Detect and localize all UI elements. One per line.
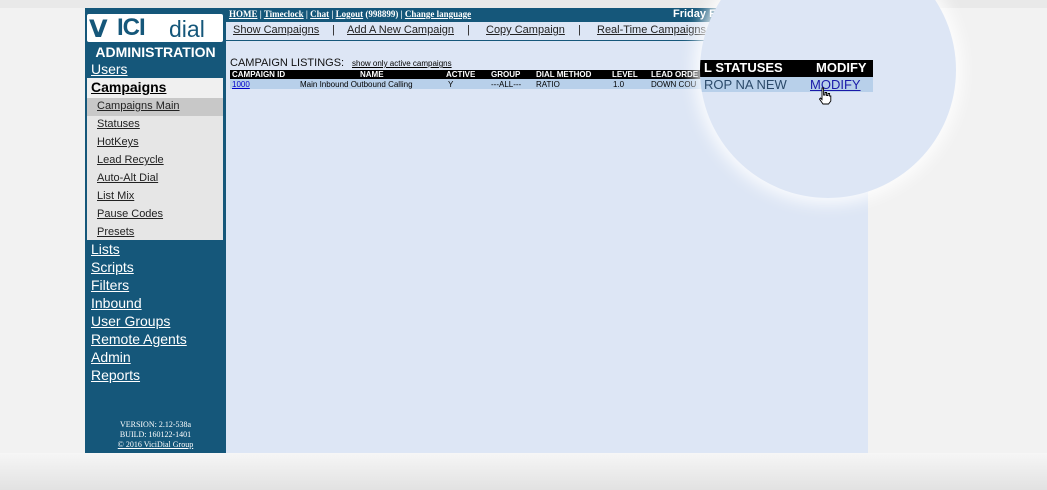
submenu-list-mix[interactable]: List Mix (87, 188, 223, 206)
col-active: ACTIVE (446, 70, 476, 79)
campaigns-submenu: Campaigns Main Statuses HotKeys Lead Rec… (87, 98, 223, 240)
col-campaign-id: CAMPAIGN ID (232, 70, 286, 79)
submenu-pause-codes[interactable]: Pause Codes (87, 206, 223, 224)
add-campaign-link[interactable]: Add A New Campaign (347, 24, 454, 36)
sidebar-item-users[interactable]: Users (91, 61, 128, 77)
cell-lead-order: DOWN COU (651, 80, 697, 89)
logo-v-mark: V (89, 15, 108, 43)
separator: | (331, 9, 334, 19)
submenu-label: List Mix (97, 190, 135, 202)
sidebar-item-filters[interactable]: Filters (91, 277, 129, 293)
logout-link[interactable]: Logout (336, 9, 364, 19)
cell-active: Y (448, 80, 454, 89)
screen-bottom-strip (0, 453, 1047, 490)
sidebar-item-reports[interactable]: Reports (91, 367, 140, 383)
submenu-statuses[interactable]: Statuses (87, 116, 223, 134)
copy-campaign-link[interactable]: Copy Campaign (486, 24, 565, 36)
change-language-link[interactable]: Change language (405, 9, 471, 19)
sidebar-item-admin[interactable]: Admin (91, 349, 131, 365)
submenu-campaigns-main[interactable]: Campaigns Main (87, 98, 223, 116)
submenu-auto-alt-dial[interactable]: Auto-Alt Dial (87, 170, 223, 188)
user-id: (998899) (365, 9, 399, 19)
build-label: BUILD: 160122-1401 (119, 430, 192, 439)
col-lead-order: LEAD ORDE (651, 70, 699, 79)
submenu-presets[interactable]: Presets (87, 224, 223, 242)
submenu-label: Lead Recycle (97, 154, 164, 166)
sidebar-item-campaigns[interactable]: Campaigns (87, 78, 223, 98)
separator: | (259, 9, 262, 19)
chat-link[interactable]: Chat (310, 9, 329, 19)
submenu-label: HotKeys (97, 136, 139, 148)
menu-separator: | (332, 24, 335, 36)
sidebar-item-remote-agents[interactable]: Remote Agents (91, 331, 187, 347)
show-active-campaigns-link[interactable]: show only active campaigns (352, 59, 452, 68)
show-campaigns-link[interactable]: Show Campaigns (233, 24, 319, 36)
lens-table-row: ROP NA NEW MODIFY (700, 77, 873, 92)
submenu-lead-recycle[interactable]: Lead Recycle (87, 152, 223, 170)
submenu-label: Campaigns Main (97, 100, 180, 112)
cell-group: ---ALL--- (491, 80, 522, 89)
submenu-hotkeys[interactable]: HotKeys (87, 134, 223, 152)
timeclock-link[interactable]: Timeclock (264, 9, 304, 19)
submenu-label: Pause Codes (97, 208, 164, 220)
campaign-id-link[interactable]: 1000 (232, 80, 250, 89)
table-row: 1000 Main Inbound Outbound Calling Y ---… (230, 79, 708, 89)
submenu-label: Statuses (97, 118, 140, 130)
col-level: LEVEL (612, 70, 638, 79)
admin-title: ADMINISTRATION (95, 44, 216, 60)
campaign-table-header: CAMPAIGN ID NAME ACTIVE GROUP DIAL METHO… (230, 70, 708, 79)
sidebar-item-user-groups[interactable]: User Groups (91, 313, 170, 329)
version-label: VERSION: 2.12-538a (119, 420, 192, 429)
submenu-label: Presets (97, 226, 135, 238)
col-group: GROUP (491, 70, 521, 79)
sidebar-item-lists[interactable]: Lists (91, 241, 120, 257)
separator: | (305, 9, 308, 19)
lens-table-header: L STATUSES MODIFY (700, 60, 873, 77)
realtime-campaigns-link[interactable]: Real-Time Campaigns S (597, 24, 716, 36)
cell-level: 1.0 (613, 80, 625, 89)
menu-separator: | (467, 24, 470, 36)
separator: | (400, 9, 403, 19)
version-info: VERSION: 2.12-538a BUILD: 160122-1401 © … (85, 420, 226, 450)
col-dial-method: DIAL METHOD (536, 70, 592, 79)
sidebar-item-scripts[interactable]: Scripts (91, 259, 134, 275)
col-statuses: L STATUSES (704, 60, 783, 75)
campaign-listings-title: CAMPAIGN LISTINGS: (230, 57, 345, 69)
submenu-label: Auto-Alt Dial (97, 172, 159, 184)
col-modify: MODIFY (816, 60, 867, 75)
sidebar: V ICI dial ADMINISTRATION Users Campaign… (85, 8, 226, 453)
sidebar-item-campaigns-label: Campaigns (91, 79, 167, 95)
cell-statuses: ROP NA NEW (704, 77, 787, 92)
copyright-link[interactable]: © 2016 ViciDial Group (85, 440, 226, 450)
vicidial-logo[interactable]: V ICI dial (87, 14, 223, 43)
logo-text-bold: ICI (117, 14, 146, 41)
cell-dial-method: RATIO (536, 80, 560, 89)
logo-text-light: dial (169, 16, 205, 42)
col-name: NAME (360, 70, 384, 79)
menu-separator: | (578, 24, 581, 36)
top-links: HOME | Timeclock | Chat | Logout (998899… (229, 9, 471, 19)
home-link[interactable]: HOME (229, 9, 258, 19)
hand-cursor-icon (818, 87, 832, 105)
sidebar-item-inbound[interactable]: Inbound (91, 295, 142, 311)
cell-name: Main Inbound Outbound Calling (300, 80, 413, 89)
